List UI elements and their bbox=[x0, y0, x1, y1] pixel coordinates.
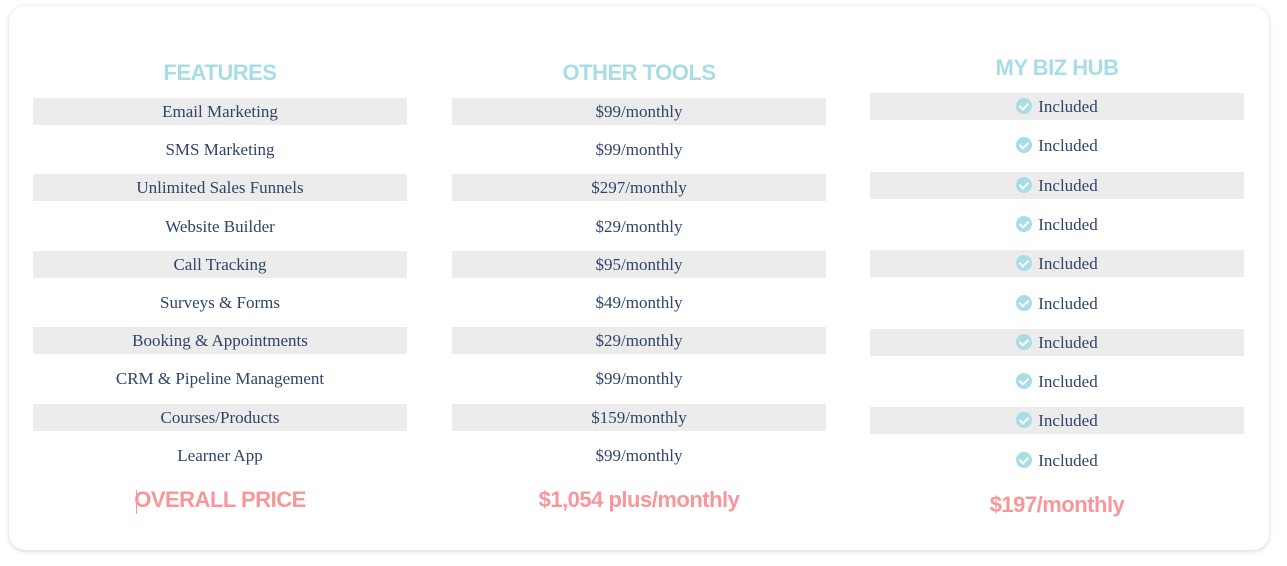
cell-text: Email Marketing bbox=[162, 102, 278, 121]
table-row: $29/monthly bbox=[452, 327, 826, 354]
table-row: $99/monthly bbox=[452, 365, 826, 392]
cell-text: Included bbox=[1038, 294, 1098, 313]
cell-text: Unlimited Sales Funnels bbox=[136, 178, 304, 197]
cell-text: $99/monthly bbox=[595, 446, 683, 465]
cell-text: Learner App bbox=[177, 446, 263, 465]
cell-text: Included bbox=[1038, 136, 1098, 155]
features-header: FEATURES bbox=[163, 60, 277, 85]
cell-text: Included bbox=[1038, 411, 1098, 430]
cell-text: Surveys & Forms bbox=[160, 293, 280, 312]
cell-text: Included bbox=[1038, 451, 1098, 470]
table-row: Included bbox=[870, 407, 1244, 434]
table-row: Included bbox=[870, 93, 1244, 120]
check-circle-icon bbox=[1016, 295, 1033, 311]
table-row: Surveys & Forms bbox=[33, 289, 407, 316]
cell-text: $99/monthly bbox=[595, 140, 683, 159]
table-row: $99/monthly bbox=[452, 136, 826, 163]
table-row: Included bbox=[870, 211, 1244, 238]
pricing-comparison-card: FEATURES Email Marketing SMS Marketing Unl… bbox=[9, 6, 1269, 550]
check-circle-icon bbox=[1016, 98, 1033, 114]
table-row: $95/monthly bbox=[452, 251, 826, 278]
table-row: Included bbox=[870, 172, 1244, 199]
other-tools-total: $1,054 plus/monthly bbox=[538, 487, 740, 512]
cell-text: Included bbox=[1038, 254, 1098, 273]
cell-text: Courses/Products bbox=[160, 408, 280, 427]
cell-text: $99/monthly bbox=[595, 369, 683, 388]
cell-text: Included bbox=[1038, 333, 1098, 352]
my-biz-hub-total: $197/monthly bbox=[989, 492, 1125, 517]
table-row: Included bbox=[870, 447, 1244, 474]
table-row: $159/monthly bbox=[452, 404, 826, 431]
table-row: SMS Marketing bbox=[33, 136, 407, 163]
check-circle-icon bbox=[1016, 177, 1033, 193]
table-row: $99/monthly bbox=[452, 98, 826, 125]
check-circle-icon bbox=[1016, 137, 1033, 153]
cell-text: $29/monthly bbox=[595, 331, 683, 350]
table-row: Unlimited Sales Funnels bbox=[33, 174, 407, 201]
table-row: $297/monthly bbox=[452, 174, 826, 201]
cell-text: $95/monthly bbox=[595, 255, 683, 274]
table-row: $49/monthly bbox=[452, 289, 826, 316]
table-row: $99/monthly bbox=[452, 442, 826, 469]
table-row: Included bbox=[870, 290, 1244, 317]
table-row: Courses/Products bbox=[33, 404, 407, 431]
table-row: Booking & Appointments bbox=[33, 327, 407, 354]
cell-text: $99/monthly bbox=[595, 102, 683, 121]
table-row: CRM & Pipeline Management bbox=[33, 365, 407, 392]
cell-text: $29/monthly bbox=[595, 217, 683, 236]
table-row: Included bbox=[870, 250, 1244, 277]
table-row: Call Tracking bbox=[33, 251, 407, 278]
check-circle-icon bbox=[1016, 412, 1033, 428]
cell-text: $49/monthly bbox=[595, 293, 683, 312]
check-circle-icon bbox=[1016, 255, 1033, 271]
cell-text: Included bbox=[1038, 215, 1098, 234]
my-biz-hub-header: MY BIZ HUB bbox=[995, 55, 1119, 80]
cell-text: Booking & Appointments bbox=[132, 331, 308, 350]
cell-text: Call Tracking bbox=[173, 255, 267, 274]
cell-text: Website Builder bbox=[165, 217, 275, 236]
overall-price-label: OVERALL PRICE bbox=[134, 487, 306, 512]
other-tools-header: OTHER TOOLS bbox=[562, 60, 717, 85]
check-circle-icon bbox=[1016, 216, 1033, 232]
check-circle-icon bbox=[1016, 452, 1033, 468]
check-circle-icon bbox=[1016, 334, 1033, 350]
cell-text: $159/monthly bbox=[591, 408, 687, 427]
cell-text: SMS Marketing bbox=[165, 140, 275, 159]
table-row: Learner App bbox=[33, 442, 407, 469]
cell-text: CRM & Pipeline Management bbox=[115, 369, 325, 388]
cell-text: $297/monthly bbox=[591, 178, 687, 197]
check-circle-icon bbox=[1016, 373, 1033, 389]
table-row: Email Marketing bbox=[33, 98, 407, 125]
table-row: Included bbox=[870, 132, 1244, 159]
table-row: $29/monthly bbox=[452, 213, 826, 240]
table-row: Website Builder bbox=[33, 213, 407, 240]
table-row: Included bbox=[870, 368, 1244, 395]
cell-text: Included bbox=[1038, 372, 1098, 391]
cell-text: Included bbox=[1038, 97, 1098, 116]
cell-text: Included bbox=[1038, 176, 1098, 195]
table-row: Included bbox=[870, 329, 1244, 356]
